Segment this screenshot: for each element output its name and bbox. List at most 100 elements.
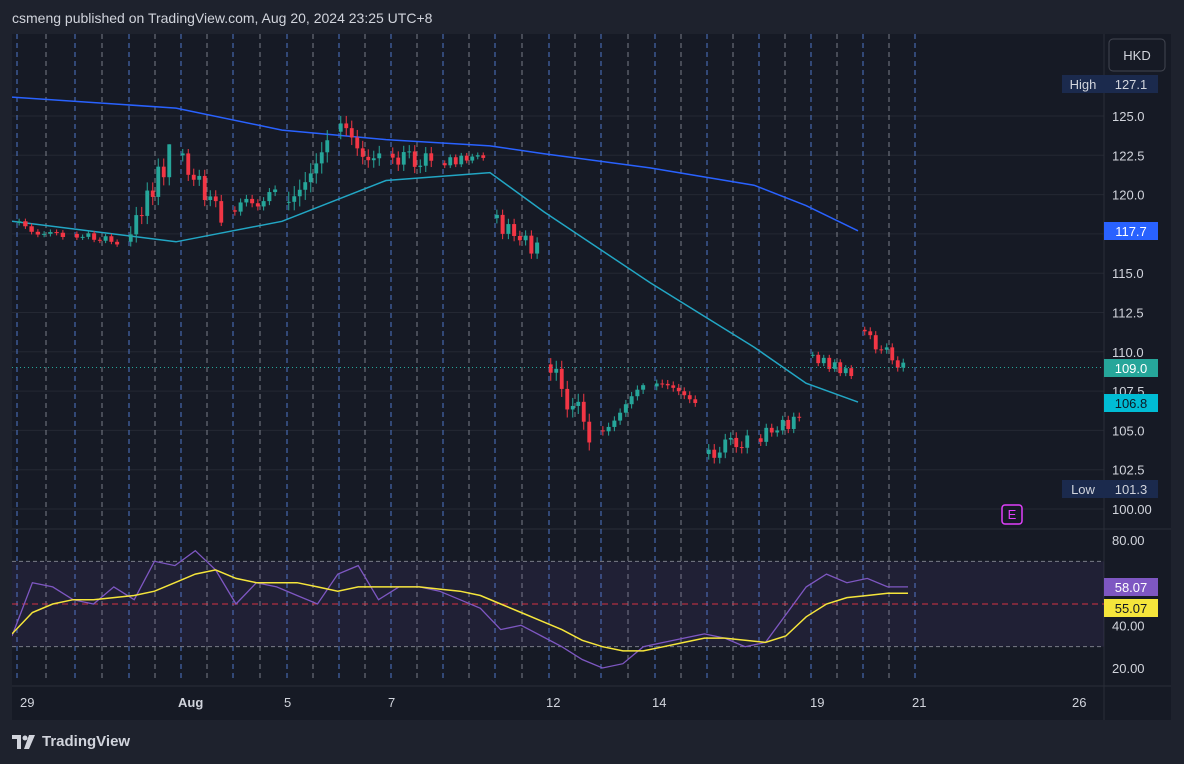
candle-body (758, 438, 763, 442)
candle-body (570, 405, 575, 410)
price-tick-label: 100.00 (1112, 502, 1152, 517)
price-tick-label: 110.0 (1112, 345, 1144, 360)
candle-body (827, 357, 832, 369)
candle-body (682, 391, 687, 396)
candle-body (548, 364, 553, 373)
candle-body (884, 347, 889, 350)
candle-body (255, 203, 260, 207)
candle-body (54, 232, 59, 234)
candle-body (523, 235, 528, 241)
candle-body (769, 427, 774, 433)
candle-body (186, 153, 191, 175)
candle-body (843, 368, 848, 374)
candle-body (360, 148, 365, 157)
candle-body (895, 360, 900, 368)
candle-body (103, 236, 108, 241)
candle-body (115, 241, 120, 245)
candle-body (459, 155, 464, 165)
candle-body (60, 232, 66, 237)
candle-body (728, 437, 733, 440)
candle-body (134, 215, 139, 235)
candle-body (442, 163, 447, 166)
candle-body (244, 198, 249, 203)
rsi-tick-label: 80.00 (1112, 533, 1145, 548)
candle-body (232, 210, 237, 212)
publish-attribution: csmeng published on TradingView.com, Aug… (12, 10, 433, 26)
candle-body (529, 235, 534, 254)
candle-body (128, 234, 133, 242)
candle-body (665, 383, 670, 386)
candle-body (780, 419, 785, 431)
candle-body (517, 235, 522, 241)
rsi-tick-label: 20.00 (1112, 661, 1145, 676)
candle-body (202, 175, 207, 201)
tradingview-logo[interactable]: TradingView (12, 733, 130, 750)
candle-body (635, 389, 640, 397)
candle-body (297, 189, 302, 197)
candle-body (86, 233, 91, 237)
tradingview-logo-icon (12, 734, 35, 749)
candle-body (314, 163, 319, 174)
candle-body (74, 233, 79, 238)
candle-body (717, 452, 722, 458)
candle-body (723, 439, 728, 453)
candle-body (581, 401, 586, 422)
candle-body (816, 354, 821, 364)
candle-body (161, 166, 166, 178)
candle-body (797, 416, 802, 418)
candle-body (41, 233, 47, 235)
candle-body (862, 329, 867, 332)
candle-body (470, 156, 475, 161)
candle-body (396, 157, 401, 165)
candle-body (412, 151, 417, 167)
candle-body (849, 368, 854, 377)
currency-label: HKD (1123, 48, 1150, 63)
candle-body (535, 242, 540, 254)
time-tick-label: 12 (546, 695, 560, 710)
time-tick-label: Aug (178, 695, 203, 710)
candle-body (734, 437, 739, 448)
price-tick-label: 105.0 (1112, 423, 1145, 438)
candle-body (35, 231, 41, 235)
candle-body (344, 123, 349, 129)
candle-body (629, 396, 634, 405)
rsi-ma-value-value: 55.07 (1115, 601, 1148, 616)
candle-body (554, 368, 559, 373)
candle-body (687, 395, 692, 400)
candle-body (512, 224, 517, 236)
high-price-value: 127.1 (1115, 77, 1148, 92)
time-tick-label: 26 (1072, 695, 1086, 710)
candle-body (338, 123, 343, 132)
candle-body (80, 236, 85, 238)
candle-body (868, 331, 873, 336)
high-price-tag-label: High (1070, 77, 1097, 92)
candle-body (319, 152, 324, 164)
candle-body (219, 201, 224, 223)
candle-body (775, 430, 780, 433)
chart-svg[interactable]: 100.00102.5105.0107.5110.0112.5115.0117.… (12, 34, 1171, 720)
ma-slow-price-value: 117.7 (1115, 224, 1147, 239)
chart-area[interactable]: 100.00102.5105.0107.5110.0112.5115.0117.… (12, 34, 1171, 720)
candle-body (475, 155, 480, 157)
price-tick-label: 115.0 (1112, 266, 1144, 281)
candle-body (606, 426, 611, 432)
candle-body (167, 144, 172, 178)
price-tick-label: 125.0 (1112, 109, 1145, 124)
candle-body (292, 196, 297, 202)
candle-body (453, 157, 458, 165)
candle-body (418, 165, 423, 167)
candle-body (745, 435, 750, 448)
candle-body (145, 190, 150, 216)
candle-body (261, 201, 266, 207)
ma-fast-price-value: 106.8 (1115, 396, 1148, 411)
candle-body (810, 354, 815, 356)
candle-body (29, 226, 34, 232)
candle-body (150, 190, 155, 197)
candle-body (739, 447, 744, 449)
time-tick-label: 19 (810, 695, 824, 710)
candle-body (890, 347, 895, 361)
candle-body (429, 153, 434, 161)
candle-body (139, 215, 144, 217)
candle-body (786, 419, 791, 429)
candle-body (423, 153, 428, 166)
